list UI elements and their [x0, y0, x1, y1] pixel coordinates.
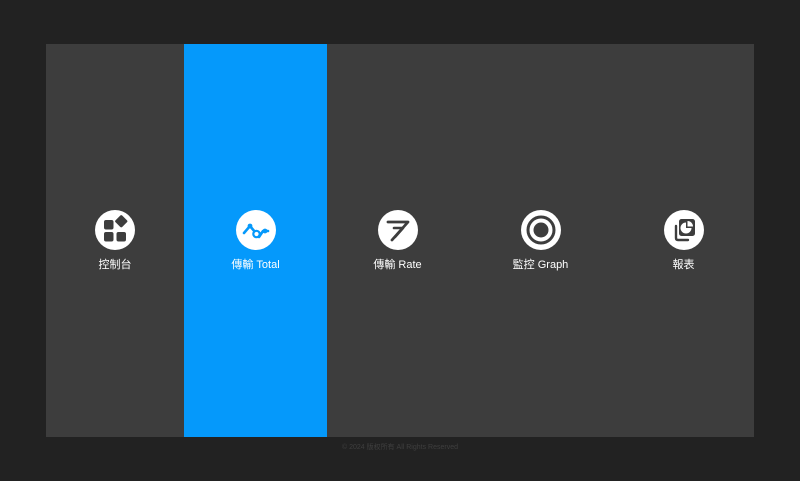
tile-label: 監控 Graph [512, 259, 569, 271]
tile-label: 報表 [672, 259, 695, 271]
tile-transfer-total[interactable]: 傳輸 Total [184, 44, 327, 437]
tile-transfer-rate[interactable]: 傳輸 Rate [327, 44, 468, 437]
send-arrow-icon [377, 210, 418, 250]
pie-report-icon [663, 210, 704, 250]
tile-label: 傳輸 Total [231, 259, 280, 271]
main-panel: 控制台 傳輸 Total 傳輸 Rate 監控 Graph 報表 [46, 44, 754, 437]
copyright-footer: © 2024 版权所有 All Rights Reserved [341, 444, 459, 451]
trend-line-icon [235, 210, 276, 250]
tile-label: 傳輸 Rate [373, 259, 422, 271]
tile-dashboard[interactable]: 控制台 [46, 44, 184, 437]
tile-label: 控制台 [98, 259, 132, 271]
target-ring-icon [520, 210, 561, 250]
tile-report[interactable]: 報表 [613, 44, 754, 437]
dashboard-icon [95, 210, 135, 250]
tile-monitor-graph[interactable]: 監控 Graph [468, 44, 613, 437]
